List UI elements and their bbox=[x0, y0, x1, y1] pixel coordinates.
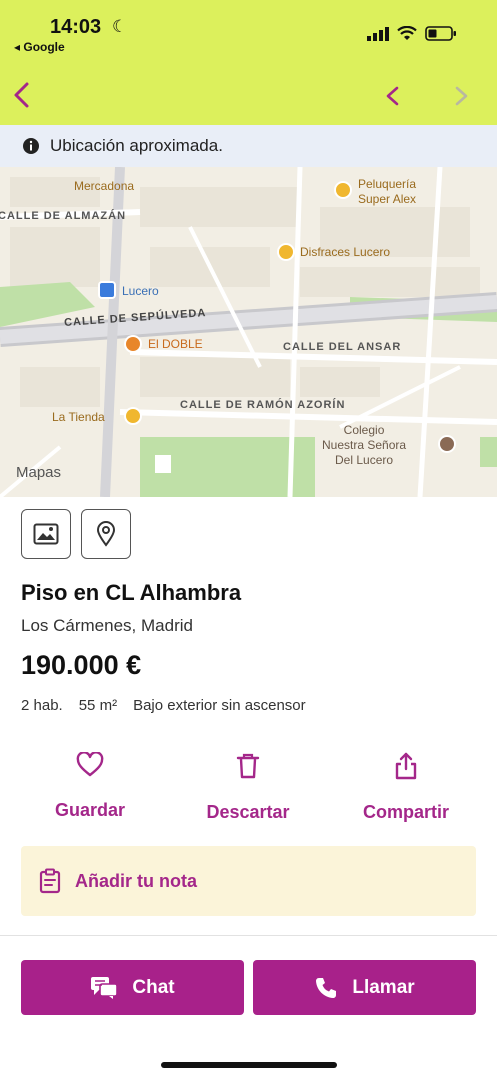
map-view[interactable]: CALLE DE ALMAZÁN CALLE DE SEPÚLVEDA CALL… bbox=[0, 167, 497, 497]
discard-button[interactable]: Descartar bbox=[173, 752, 323, 823]
listing-title: Piso en CL Alhambra bbox=[21, 580, 242, 605]
moon-icon: ☾ bbox=[112, 17, 128, 36]
back-to-app-link[interactable]: ◂ Google bbox=[14, 40, 65, 54]
trash-icon bbox=[236, 753, 260, 779]
metro-station-icon[interactable] bbox=[98, 281, 116, 299]
share-icon bbox=[395, 752, 417, 780]
poi-label: Mercadona bbox=[74, 179, 135, 193]
back-arrow-icon[interactable] bbox=[10, 80, 34, 110]
call-button[interactable]: Llamar bbox=[253, 960, 476, 1015]
wifi-icon bbox=[397, 26, 417, 40]
poi-label: Lucero bbox=[122, 284, 159, 298]
listing-price: 190.000 € bbox=[21, 650, 142, 680]
status-icons bbox=[367, 26, 457, 41]
approximate-location-banner: Ubicación aproximada. bbox=[0, 125, 497, 167]
area-feature: 55 m² bbox=[78, 697, 118, 714]
image-icon bbox=[33, 523, 59, 545]
notepad-icon bbox=[39, 868, 61, 894]
poi-marker-icon[interactable] bbox=[124, 407, 142, 425]
previous-listing-icon[interactable] bbox=[382, 83, 404, 109]
phone-icon bbox=[316, 977, 337, 998]
photos-button[interactable] bbox=[21, 509, 71, 559]
home-indicator[interactable] bbox=[161, 1062, 337, 1068]
heart-icon bbox=[76, 752, 104, 777]
poi-label: La Tienda bbox=[52, 410, 105, 424]
save-button[interactable]: Guardar bbox=[15, 752, 165, 821]
map-location-button[interactable] bbox=[81, 509, 131, 559]
poi-marker-icon[interactable] bbox=[124, 335, 142, 353]
street-label: CALLE DEL ANSAR bbox=[283, 341, 402, 353]
divider bbox=[0, 935, 497, 936]
banner-text: Ubicación aproximada. bbox=[50, 136, 223, 155]
chat-label: Chat bbox=[132, 976, 175, 998]
share-label: Compartir bbox=[362, 802, 449, 822]
share-button[interactable]: Compartir bbox=[331, 752, 481, 823]
signal-icon bbox=[367, 26, 389, 41]
battery-icon bbox=[425, 26, 456, 41]
street-label: CALLE DE RAMÓN AZORÍN bbox=[180, 399, 346, 411]
listing-features: 2 hab. 55 m² Bajo exterior sin ascensor bbox=[21, 697, 306, 714]
location-pin-icon bbox=[96, 521, 116, 547]
next-listing-icon[interactable] bbox=[450, 83, 472, 109]
discard-label: Descartar bbox=[206, 802, 290, 822]
chat-icon bbox=[91, 976, 119, 999]
status-time: 14:03 bbox=[50, 16, 102, 38]
poi-label: Colegio Nuestra Señora Del Lucero bbox=[322, 423, 407, 467]
listing-location: Los Cármenes, Madrid bbox=[21, 616, 193, 635]
poi-label: Disfraces Lucero bbox=[300, 245, 391, 259]
floor-feature: Bajo exterior sin ascensor bbox=[133, 697, 306, 714]
save-label: Guardar bbox=[54, 800, 126, 820]
add-note-button[interactable]: Añadir tu nota bbox=[21, 846, 476, 916]
poi-label: El DOBLE bbox=[148, 337, 203, 351]
poi-marker-icon[interactable] bbox=[277, 243, 295, 261]
poi-marker-icon[interactable] bbox=[334, 181, 352, 199]
top-bar: 14:03 ☾ ◂ Google bbox=[0, 0, 497, 125]
call-label: Llamar bbox=[352, 976, 415, 998]
add-note-label: Añadir tu nota bbox=[75, 870, 197, 891]
poi-marker-icon[interactable] bbox=[438, 435, 456, 453]
poi-label: Peluquería Super Alex bbox=[358, 177, 417, 206]
rooms-feature: 2 hab. bbox=[21, 697, 63, 714]
street-label: CALLE DE ALMAZÁN bbox=[0, 210, 127, 222]
info-icon bbox=[23, 138, 39, 154]
chat-button[interactable]: Chat bbox=[21, 960, 244, 1015]
maps-attribution: Mapas bbox=[16, 464, 62, 481]
